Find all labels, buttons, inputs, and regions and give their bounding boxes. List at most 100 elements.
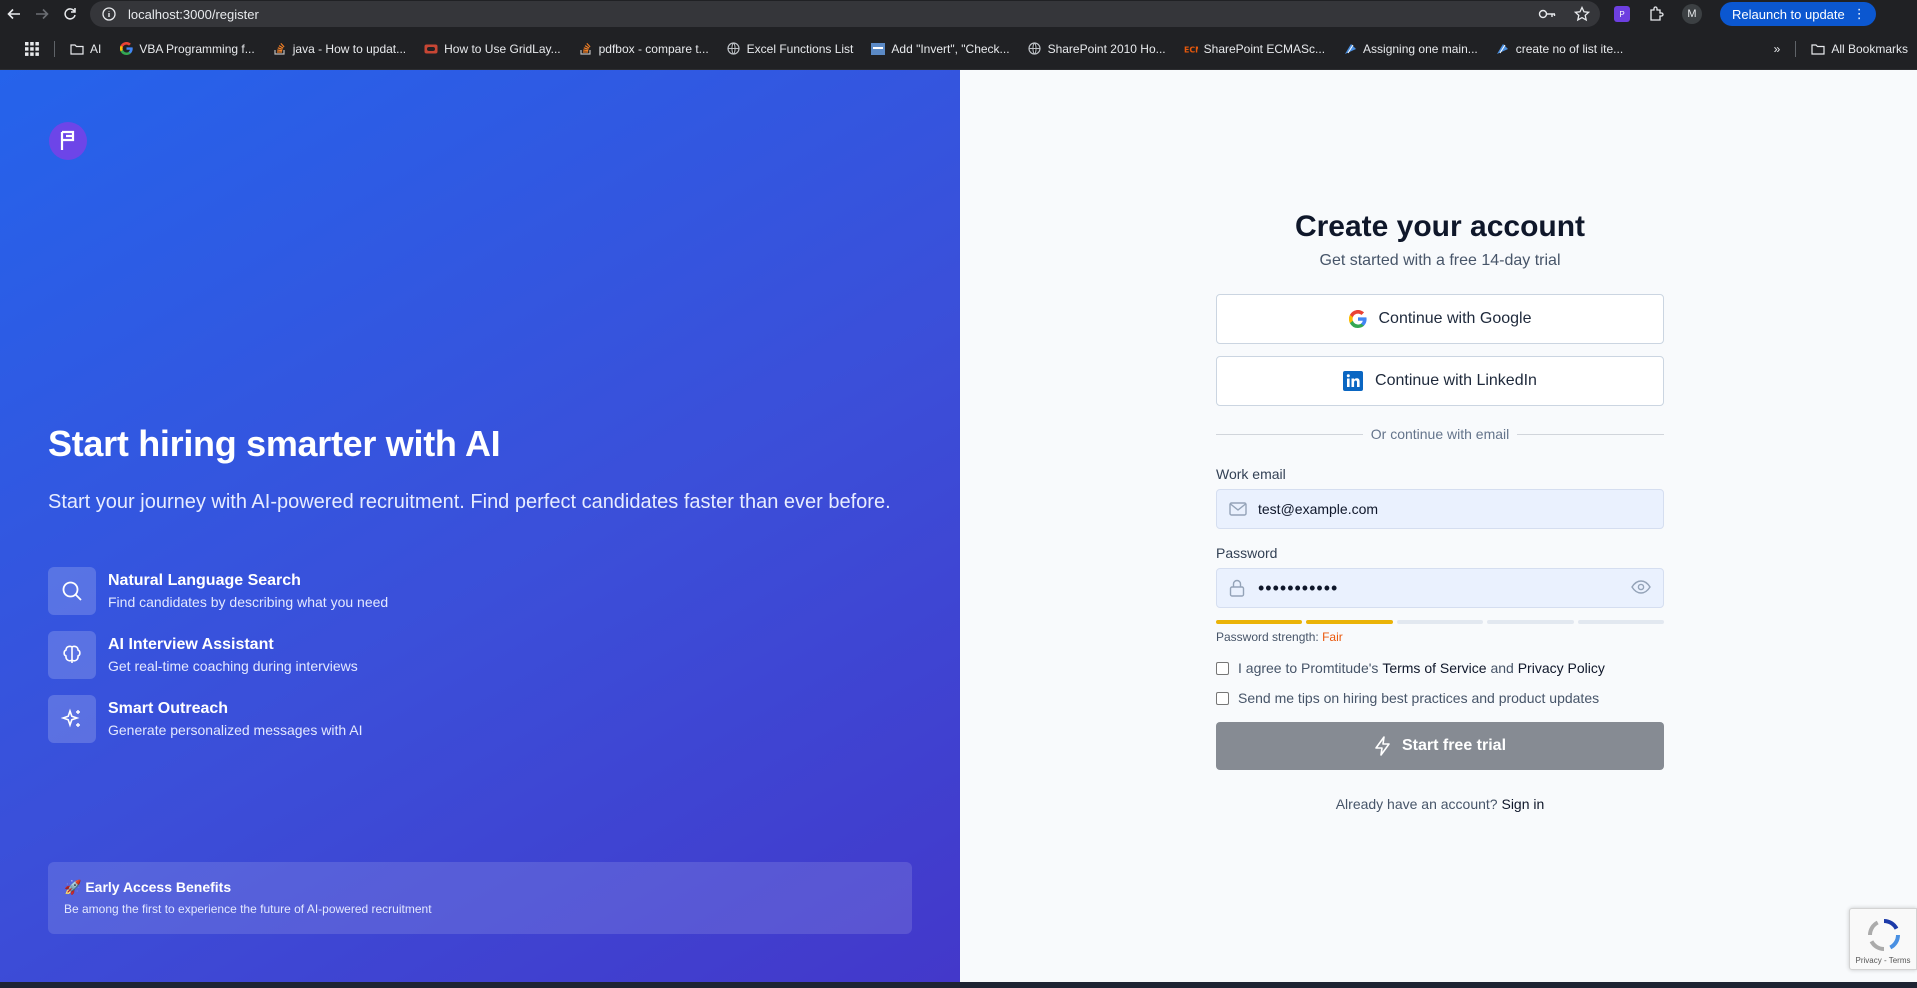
address-bar[interactable]: localhost:3000/register bbox=[90, 1, 1600, 27]
stackoverflow-icon bbox=[273, 42, 287, 56]
profile-avatar[interactable]: M bbox=[1682, 4, 1702, 24]
logo-flag-icon bbox=[60, 130, 75, 150]
reload-button[interactable] bbox=[56, 0, 84, 28]
bookmarks-bar: AI VBA Programming f... java - How to up… bbox=[0, 28, 1917, 70]
bookmark-label: VBA Programming f... bbox=[139, 41, 255, 56]
privacy-link[interactable]: Privacy Policy bbox=[1518, 660, 1605, 676]
recaptcha-badge[interactable]: Privacy - Terms bbox=[1849, 908, 1917, 970]
bookmark-item[interactable]: Add "Invert", "Check... bbox=[862, 42, 1018, 56]
tips-label: Send me tips on hiring best practices an… bbox=[1238, 690, 1600, 706]
search-icon bbox=[48, 567, 96, 615]
divider-label: Or continue with email bbox=[1370, 426, 1510, 442]
bookmark-item[interactable]: pdfbox - compare t... bbox=[570, 42, 718, 56]
brain-icon bbox=[48, 631, 96, 679]
globe-icon bbox=[727, 42, 741, 56]
reload-icon bbox=[64, 8, 76, 20]
browser-toolbar: localhost:3000/register P M Relaunch to … bbox=[0, 0, 1917, 28]
bookmark-item[interactable]: ECM SharePoint ECMASc... bbox=[1175, 42, 1334, 56]
bookmark-item[interactable]: create no of list ite... bbox=[1487, 42, 1632, 56]
bookmarks-separator bbox=[1795, 40, 1797, 57]
form-title: Create your account bbox=[1294, 210, 1586, 243]
password-key-icon[interactable] bbox=[1538, 7, 1556, 21]
start-trial-button[interactable]: Start free trial bbox=[1216, 722, 1664, 770]
email-value: test@example.com bbox=[1258, 501, 1379, 517]
bookmark-item[interactable]: java - How to updat... bbox=[264, 42, 415, 56]
url-text[interactable]: localhost:3000/register bbox=[128, 7, 1538, 22]
password-label: Password bbox=[1216, 545, 1278, 561]
strength-prefix: Password strength: bbox=[1216, 630, 1319, 644]
feature-desc: Find candidates by describing what you n… bbox=[108, 594, 389, 610]
bookmark-item[interactable]: Excel Functions List bbox=[718, 42, 863, 56]
bookmarks-separator bbox=[54, 40, 55, 57]
site-icon bbox=[1343, 42, 1357, 56]
linkedin-button-label: Continue with LinkedIn bbox=[1375, 372, 1537, 389]
bookmark-item[interactable]: AI bbox=[61, 42, 110, 56]
early-access-title: 🚀 Early Access Benefits bbox=[64, 879, 232, 895]
strength-segment bbox=[1487, 620, 1574, 624]
bookmark-label: How to Use GridLay... bbox=[444, 41, 561, 56]
bottom-strip bbox=[0, 982, 1917, 988]
form-panel: Create your account Get started with a f… bbox=[960, 70, 1917, 982]
hero-subtitle: Start your journey with AI-powered recru… bbox=[48, 491, 891, 513]
google-signin-button[interactable]: Continue with Google bbox=[1216, 294, 1664, 344]
bookmark-item[interactable]: How to Use GridLay... bbox=[415, 42, 569, 56]
more-vert-icon: ⋮ bbox=[1852, 6, 1866, 21]
tips-checkbox[interactable] bbox=[1216, 691, 1229, 705]
email-field[interactable]: test@example.com bbox=[1216, 489, 1664, 529]
bookmark-label: Assigning one main... bbox=[1363, 41, 1478, 56]
recaptcha-terms[interactable]: Privacy - Terms bbox=[1850, 956, 1916, 965]
extensions-puzzle-icon[interactable] bbox=[1648, 6, 1664, 22]
terms-link[interactable]: Terms of Service bbox=[1382, 660, 1486, 676]
strength-segment bbox=[1306, 620, 1393, 624]
site-icon bbox=[1496, 42, 1510, 56]
linkedin-icon bbox=[1343, 371, 1364, 391]
site-icon: ECM bbox=[1184, 42, 1198, 56]
bookmark-label: create no of list ite... bbox=[1515, 41, 1624, 56]
password-field[interactable]: ••••••••••• bbox=[1216, 568, 1664, 608]
strength-value: Fair bbox=[1322, 630, 1343, 644]
linkedin-signin-button[interactable]: Continue with LinkedIn bbox=[1216, 356, 1664, 406]
google-icon bbox=[1348, 310, 1367, 328]
extension-icon[interactable]: P bbox=[1614, 6, 1630, 22]
bookmark-label: SharePoint ECMASc... bbox=[1203, 41, 1326, 56]
sparkles-icon bbox=[48, 695, 96, 743]
logo[interactable] bbox=[49, 122, 87, 160]
relaunch-label: Relaunch to update bbox=[1732, 6, 1845, 22]
bookmark-label: Excel Functions List bbox=[746, 41, 854, 56]
terms-checkbox[interactable] bbox=[1216, 661, 1229, 675]
strength-segment bbox=[1577, 620, 1665, 624]
bookmark-item[interactable]: VBA Programming f... bbox=[110, 42, 263, 56]
folder-icon bbox=[1811, 42, 1825, 56]
svg-text:ECM: ECM bbox=[1184, 45, 1198, 54]
bookmark-item[interactable]: Assigning one main... bbox=[1334, 42, 1487, 56]
hero-title: Start hiring smarter with AI bbox=[48, 423, 501, 464]
eye-icon[interactable] bbox=[1631, 579, 1651, 597]
email-label: Work email bbox=[1216, 466, 1286, 482]
bookmarks-overflow-icon[interactable]: » bbox=[1765, 42, 1790, 56]
bookmark-star-icon[interactable] bbox=[1574, 6, 1590, 22]
apps-grid-icon[interactable] bbox=[16, 41, 48, 56]
strength-segment bbox=[1396, 620, 1484, 624]
register-form: Create your account Get started with a f… bbox=[1216, 210, 1665, 812]
oracle-icon bbox=[424, 42, 438, 56]
relaunch-button[interactable]: Relaunch to update ⋮ bbox=[1720, 2, 1876, 26]
signin-link[interactable]: Sign in bbox=[1501, 796, 1544, 812]
stackoverflow-icon bbox=[579, 42, 593, 56]
forward-button[interactable] bbox=[28, 0, 56, 28]
signin-prompt-text: Already have an account? bbox=[1335, 796, 1498, 812]
register-page: Start hiring smarter with AI Start your … bbox=[0, 70, 1917, 982]
password-strength-text: Password strength: Fair bbox=[1216, 630, 1664, 644]
form-subtitle: Get started with a free 14-day trial bbox=[1319, 252, 1561, 269]
globe-icon bbox=[1028, 42, 1042, 56]
strength-segment bbox=[1216, 620, 1303, 624]
feature-desc: Get real-time coaching during interviews bbox=[108, 658, 358, 674]
agree-prefix: I agree to Promtitude's bbox=[1238, 660, 1379, 676]
bookmark-item[interactable]: SharePoint 2010 Ho... bbox=[1019, 42, 1175, 56]
back-button[interactable] bbox=[0, 0, 28, 28]
all-bookmarks[interactable]: All Bookmarks bbox=[1802, 42, 1917, 56]
site-info-icon[interactable] bbox=[100, 5, 118, 23]
google-button-label: Continue with Google bbox=[1378, 310, 1532, 327]
or-divider: Or continue with email bbox=[1216, 426, 1665, 442]
feature-item: Natural Language Search Find candidates … bbox=[48, 567, 388, 615]
google-icon bbox=[119, 42, 133, 56]
